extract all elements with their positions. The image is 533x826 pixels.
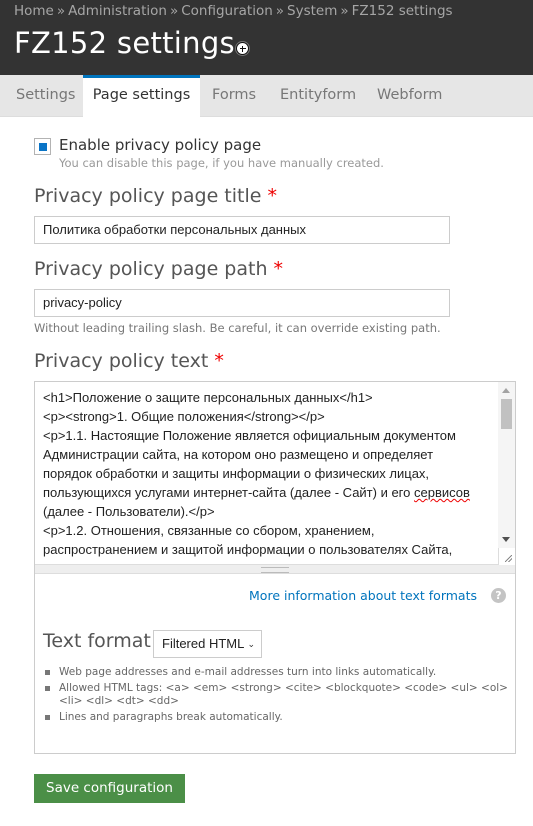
page-path-input[interactable]: privacy-policy (34, 289, 450, 317)
misspelled-word: сервисов (413, 485, 470, 500)
policy-text-label: Privacy policy text * (34, 350, 224, 372)
textarea-line: пользующихся услугами интернет-сайта (да… (43, 483, 489, 502)
textarea-line: <h1>Положение о защите персональных данн… (43, 390, 373, 405)
tab-settings[interactable]: Settings (16, 75, 75, 117)
breadcrumb-separator: » (275, 3, 285, 19)
textarea-line: порядок обработки и защиты информации о … (43, 466, 430, 481)
page-header: Home» Administration» Configuration» System… (0, 0, 533, 75)
textarea-line: <p>1.1. Настоящие Положение является офи… (43, 428, 456, 443)
tab-bar: Settings Page settings Forms Entityform … (0, 75, 533, 118)
scroll-down-arrow-icon[interactable] (502, 537, 510, 542)
enable-privacy-page-description: You can disable this page, if you have m… (59, 156, 384, 170)
textarea-scrollbar[interactable] (498, 382, 515, 565)
resize-corner-icon[interactable] (498, 548, 515, 565)
text-format-wrapper: <h1>Положение о защите персональных данн… (34, 381, 516, 754)
tab-entityform[interactable]: Entityform (280, 75, 356, 117)
textarea-line: (далее - Пользователи).</p> (43, 504, 215, 519)
help-icon[interactable]: ? (491, 588, 506, 603)
required-marker: * (267, 185, 278, 207)
textarea-line: <p>1.2. Отношения, связанные со сбором, … (43, 523, 375, 538)
breadcrumb-fz152-settings[interactable]: FZ152 settings (352, 3, 453, 19)
tip-item: Web page addresses and e-mail addresses … (45, 666, 509, 679)
page-title: FZ152 settings (14, 26, 235, 60)
breadcrumb-system[interactable]: System (287, 3, 337, 19)
tip-item: Lines and paragraphs break automatically… (45, 711, 509, 724)
scrollbar-thumb[interactable] (501, 399, 512, 429)
textarea-line: Администрации сайта, на котором оно разм… (43, 447, 434, 462)
textarea-line: <p><strong>1. Общие положения</strong></… (43, 409, 325, 424)
scroll-up-arrow-icon[interactable] (502, 388, 510, 393)
page-title-input[interactable]: Политика обработки персональных данных (34, 216, 450, 244)
breadcrumb-configuration[interactable]: Configuration (181, 3, 273, 19)
save-configuration-button[interactable]: Save configuration (34, 774, 185, 803)
tip-item: Allowed HTML tags: <a> <em> <strong> <ci… (45, 682, 508, 707)
enable-privacy-page-label[interactable]: Enable privacy policy page (59, 136, 261, 154)
breadcrumb-home[interactable]: Home (14, 3, 54, 19)
textarea-line: распространением и защитой информации о … (43, 542, 453, 557)
text-format-tips: Web page addresses and e-mail addresses … (45, 666, 509, 727)
tab-page-settings[interactable]: Page settings (83, 75, 200, 118)
policy-text-label-text: Privacy policy text (34, 350, 209, 372)
chevron-down-icon: ⌄ (247, 639, 255, 649)
text-format-selected: Filtered HTML (162, 636, 245, 651)
text-format-select[interactable]: Filtered HTML ⌄ (153, 630, 262, 658)
page-path-label: Privacy policy page path * (34, 258, 283, 280)
page-title-label: Privacy policy page title * (34, 185, 277, 207)
enable-privacy-page-checkbox[interactable] (34, 138, 51, 155)
breadcrumb-separator: » (340, 3, 349, 19)
text-format-label: Text format (43, 630, 151, 652)
breadcrumb-separator: » (56, 3, 66, 19)
breadcrumb-administration[interactable]: Administration (68, 3, 167, 19)
tab-forms[interactable]: Forms (212, 75, 256, 117)
add-shortcut-icon[interactable] (236, 42, 249, 55)
textarea-line-text: пользующихся услугами интернет-сайта (да… (43, 485, 414, 500)
textarea-resize-grippie[interactable] (35, 565, 515, 574)
required-marker: * (273, 258, 284, 280)
required-marker: * (214, 350, 224, 372)
page-path-description: Without leading trailing slash. Be caref… (34, 321, 441, 335)
tab-webform[interactable]: Webform (377, 75, 442, 117)
breadcrumb: Home» Administration» Configuration» System… (14, 3, 453, 19)
breadcrumb-separator: » (169, 3, 179, 19)
page-title-label-text: Privacy policy page title (34, 185, 262, 207)
page-path-label-text: Privacy policy page path (34, 258, 268, 280)
policy-text-textarea[interactable]: <h1>Положение о защите персональных данн… (35, 382, 515, 565)
more-info-text-formats-link[interactable]: More information about text formats (249, 588, 477, 603)
